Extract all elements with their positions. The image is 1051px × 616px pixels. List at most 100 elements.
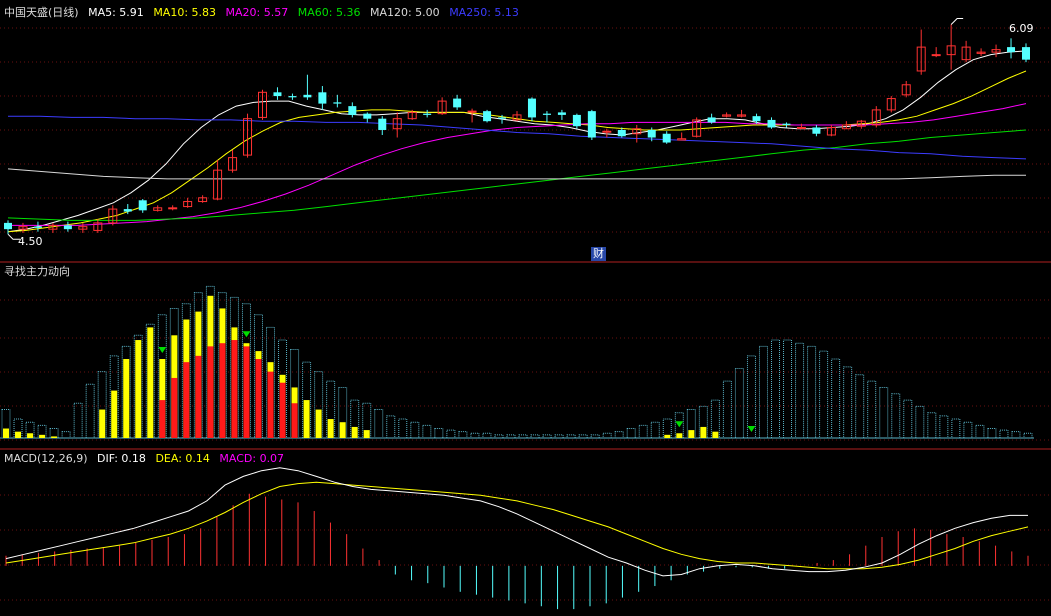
macd-dea-label: DEA: 0.14 <box>155 452 210 465</box>
indicator-outline-bar-6 <box>73 402 83 439</box>
indicator-outline-bar-36 <box>434 428 444 439</box>
indicator-title: 寻找主力动向 <box>4 265 70 278</box>
legend-ma60: MA60: 5.36 <box>297 6 361 19</box>
candle-body-11 <box>168 207 178 210</box>
indicator-yellow-bar-3 <box>39 434 46 438</box>
indicator-outline-bar-66 <box>795 342 805 439</box>
candle-body-50 <box>752 116 761 122</box>
indicator-outline-bar-34 <box>410 421 420 439</box>
candle-body-4 <box>63 225 72 230</box>
candle-body-19 <box>288 96 297 98</box>
indicator-red-bar-22 <box>267 371 274 438</box>
candle-body-20 <box>303 94 312 98</box>
high-price-pointer <box>950 18 964 25</box>
candle-body-24 <box>363 113 372 119</box>
indicator-outline-bar-74 <box>891 393 901 439</box>
legend-ma20: MA20: 5.57 <box>225 6 289 19</box>
indicator-yellow-bar-28 <box>339 422 346 438</box>
buy-signal-arrow-icon-0 <box>158 347 167 353</box>
low-price-label: 4.50 <box>18 235 43 248</box>
indicator-outline-bar-76 <box>915 405 925 439</box>
indicator-outline-bar-39 <box>470 432 480 439</box>
indicator-yellow-bar-0 <box>3 428 9 438</box>
candle-body-51 <box>767 119 776 128</box>
macd-value-label: MACD: 0.07 <box>219 452 285 465</box>
candle-body-39 <box>587 111 596 138</box>
indicator-yellow-bar-25 <box>303 400 310 438</box>
indicator-yellow-bar-57 <box>688 430 695 438</box>
indicator-red-bar-19 <box>231 340 238 438</box>
indicator-yellow-bar-8 <box>99 409 106 438</box>
indicator-outline-bar-67 <box>807 345 817 439</box>
high-price-label: 6.09 <box>1009 22 1034 35</box>
indicator-red-bar-21 <box>255 359 262 438</box>
indicator-red-bar-15 <box>183 362 190 438</box>
indicator-yellow-bar-1 <box>15 431 22 438</box>
main-panel-header: 中国天盛(日线) MA5: 5.91 MA10: 5.83 MA20: 5.57… <box>4 5 525 20</box>
indicator-yellow-bar-55 <box>664 434 671 438</box>
indicator-yellow-bar-9 <box>111 390 118 438</box>
indicator-red-bar-13 <box>159 400 166 438</box>
candle-body-0 <box>4 222 12 230</box>
indicator-outline-bar-72 <box>867 380 877 439</box>
indicator-outline-bar-53 <box>638 424 648 439</box>
indicator-outline-bar-63 <box>758 345 768 439</box>
indicator-outline-bar-81 <box>975 424 985 439</box>
buy-signal-arrow-icon-2 <box>675 421 684 428</box>
candle-body-9 <box>138 200 147 211</box>
candle-body-52 <box>782 123 791 125</box>
macd-dif-line <box>5 467 1028 577</box>
buy-signal-arrow-icon-3 <box>747 426 756 432</box>
candle-body-22 <box>333 102 342 104</box>
candle-body-21 <box>318 92 327 104</box>
candle-body-43 <box>647 129 656 138</box>
indicator-outline-bar-85 <box>1023 432 1033 439</box>
legend-ma120: MA120: 5.00 <box>369 6 440 19</box>
indicator-outline-bar-35 <box>422 424 432 439</box>
candle-body-53 <box>796 126 806 129</box>
stock-title: 中国天盛(日线) <box>4 6 79 19</box>
candle-body-25 <box>378 118 387 130</box>
indicator-outline-bar-7 <box>85 383 95 439</box>
indicator-red-bar-16 <box>195 355 202 438</box>
indicator-outline-bar-5 <box>61 431 71 439</box>
indicator-outline-bar-78 <box>939 415 949 439</box>
candle-body-23 <box>348 106 357 115</box>
indicator-red-bar-17 <box>207 346 214 438</box>
candle-body-38 <box>572 114 581 127</box>
indicator-yellow-bar-56 <box>676 433 683 438</box>
indicator-outline-bar-83 <box>999 429 1009 439</box>
indicator-outline-bar-33 <box>398 418 408 439</box>
indicator-yellow-bar-2 <box>27 433 34 438</box>
indicator-outline-bar-84 <box>1011 431 1021 439</box>
macd-dif-label: DIF: 0.18 <box>97 452 146 465</box>
candle-body-45 <box>677 138 687 141</box>
indicator-yellow-bar-27 <box>327 419 334 438</box>
indicator-outline-bar-65 <box>783 339 793 439</box>
indicator-outline-bar-37 <box>446 429 456 439</box>
indicator-yellow-bar-10 <box>123 359 130 438</box>
candle-body-32 <box>483 111 492 122</box>
candle-body-35 <box>527 98 536 118</box>
indicator-yellow-bar-26 <box>315 409 322 438</box>
indicator-outline-bar-50 <box>602 432 612 439</box>
indicator-red-bar-20 <box>243 346 250 438</box>
candle-body-30 <box>453 98 462 108</box>
macd-title: MACD(12,26,9) <box>4 452 88 465</box>
candle-body-62 <box>931 54 941 57</box>
indicator-outline-bar-61 <box>734 367 744 439</box>
macd-panel-header: MACD(12,26,9) DIF: 0.18 DEA: 0.14 MACD: … <box>4 451 290 466</box>
stock-chart[interactable] <box>0 0 1051 616</box>
ma-line-ma120 <box>7 168 1026 180</box>
indicator-outline-bar-69 <box>831 358 841 439</box>
legend-ma250: MA250: 5.13 <box>449 6 519 19</box>
indicator-outline-bar-51 <box>614 431 624 439</box>
ma-line-ma60 <box>7 129 1027 221</box>
finance-badge[interactable]: 财 <box>591 247 606 261</box>
indicator-yellow-bar-59 <box>712 431 719 438</box>
indicator-outline-bar-54 <box>650 421 660 439</box>
indicator-outline-bar-77 <box>927 412 937 439</box>
candle-body-40 <box>602 130 612 133</box>
buy-signal-arrow-icon-1 <box>242 331 251 338</box>
indicator-outline-bar-79 <box>951 418 961 439</box>
